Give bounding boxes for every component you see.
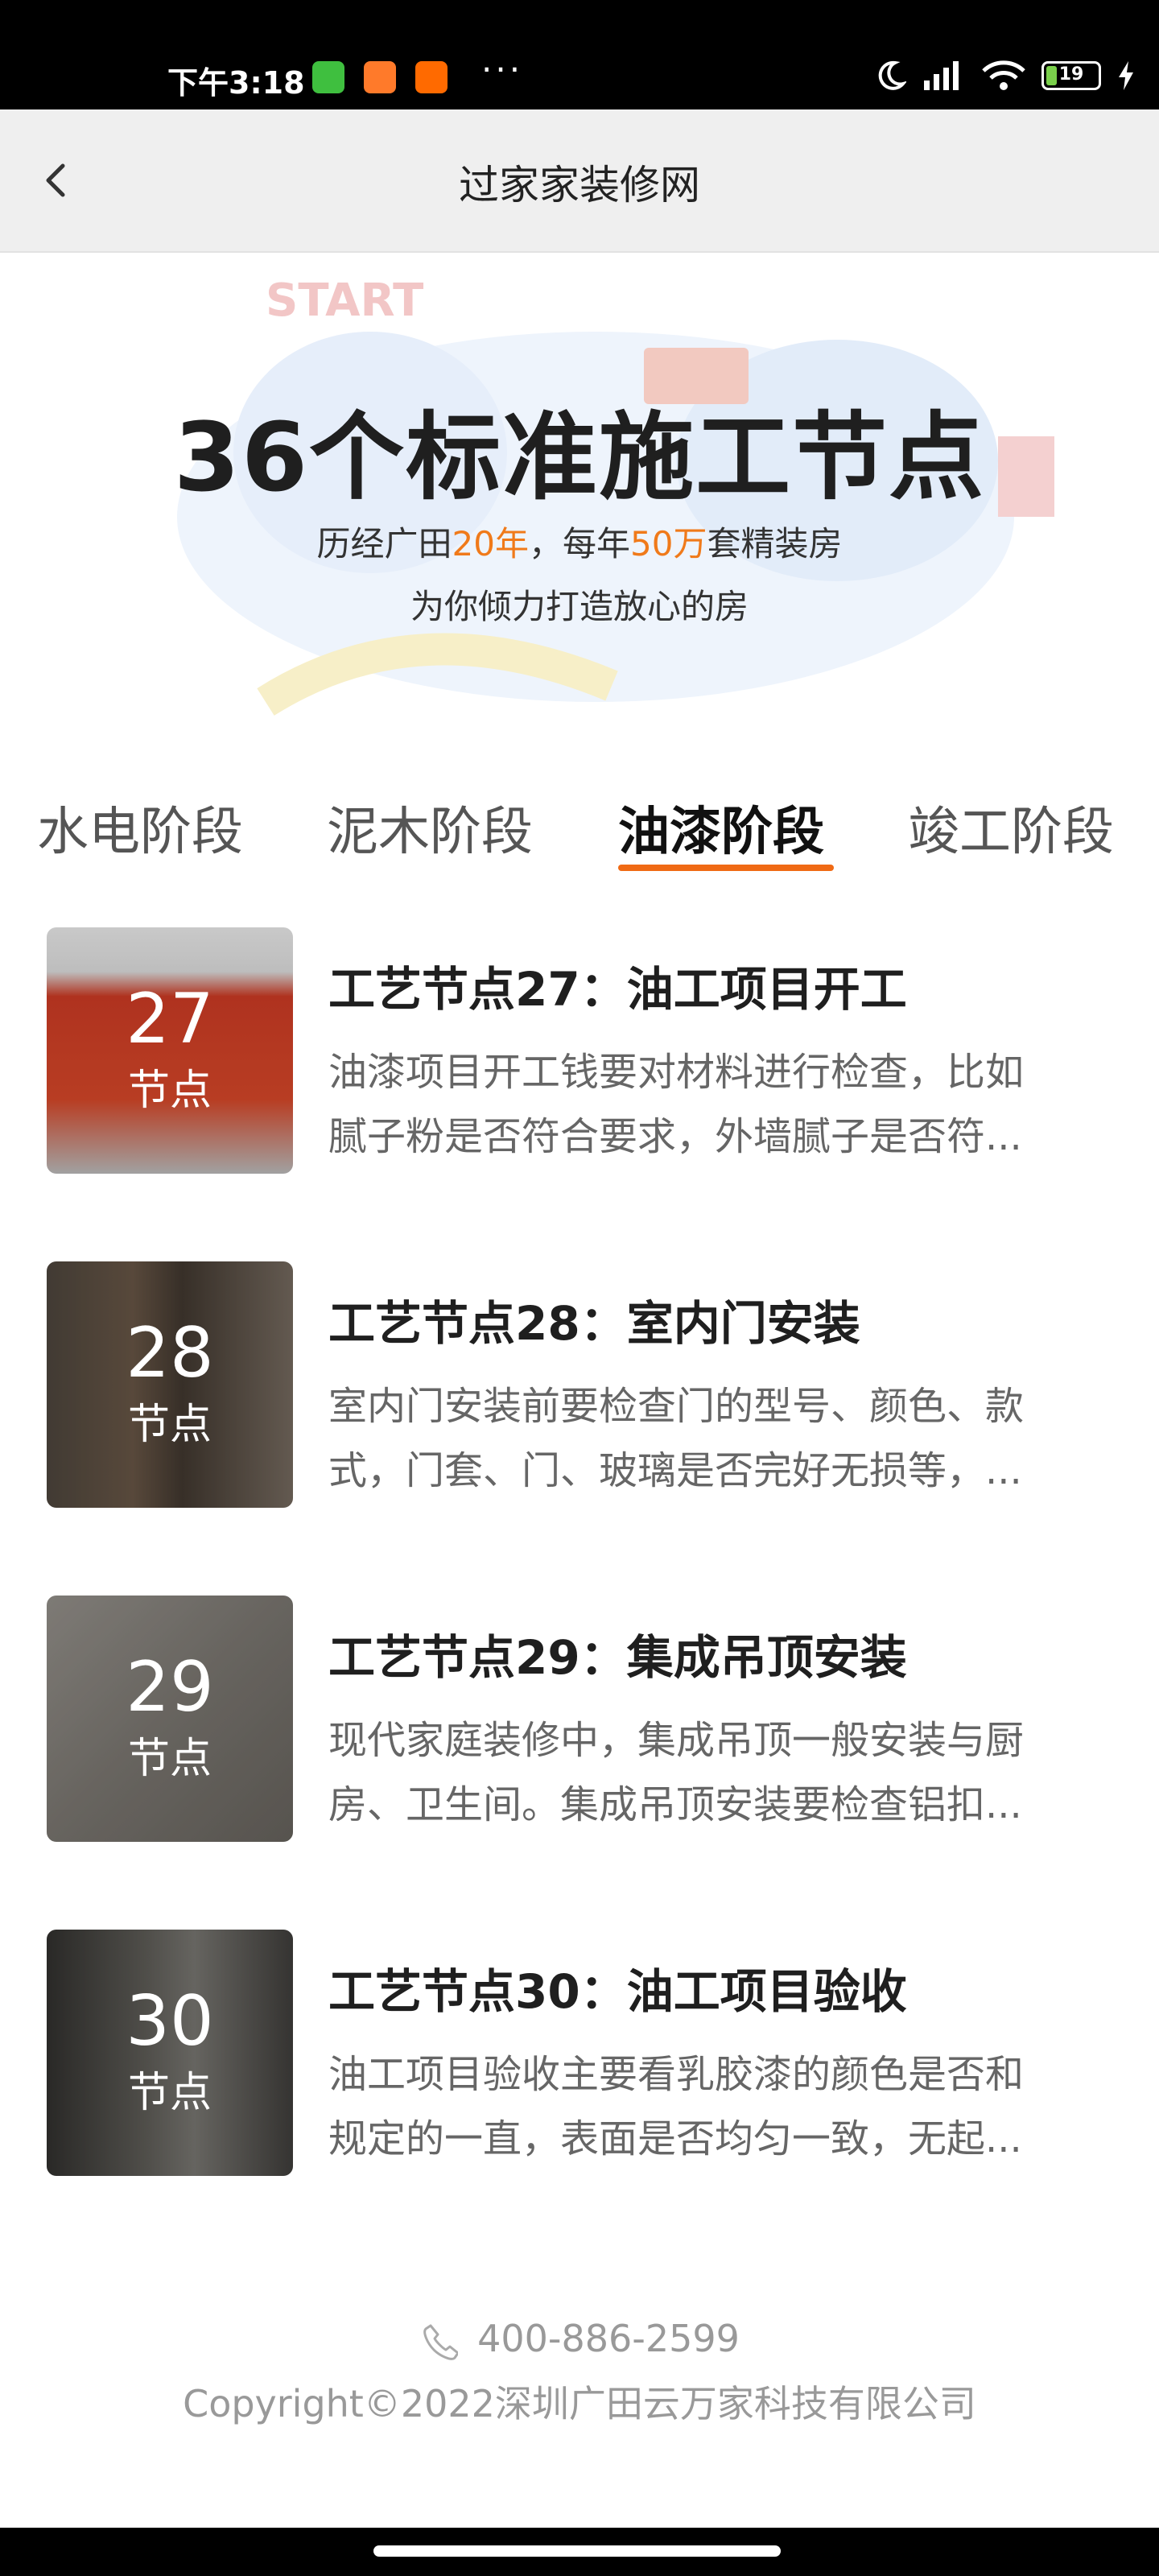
item-title: 工艺节点29：集成吊顶安装 xyxy=(328,1630,907,1685)
tab-completion[interactable]: 竣工阶段 xyxy=(908,791,1114,865)
battery-level: 19 xyxy=(1058,64,1084,85)
item-thumbnail: 30 节点 xyxy=(47,1930,293,2176)
item-node-number: 30 xyxy=(126,1981,214,2062)
active-tab-indicator xyxy=(618,865,834,871)
signal-icon xyxy=(924,61,959,90)
wifi-icon xyxy=(982,60,1025,90)
list-item[interactable]: 27 节点 工艺节点27：油工项目开工 油漆项目开工钱要对材料进行检查，比如 腻… xyxy=(47,927,1133,1174)
item-thumbnail: 29 节点 xyxy=(47,1596,293,1842)
charging-icon xyxy=(1119,61,1133,90)
item-node-label: 节点 xyxy=(127,1067,212,1115)
item-desc-line: 现代家庭装修中，集成吊顶一般安装与厨 xyxy=(328,1718,1025,1763)
tab-plumbing-electrical[interactable]: 水电阶段 xyxy=(37,791,243,865)
item-desc-line: 室内门安装前要检查门的型号、颜色、款 xyxy=(328,1384,1025,1429)
phone-number[interactable]: 400-886-2599 xyxy=(477,2317,740,2360)
app-notification-icon xyxy=(364,61,396,93)
item-desc-line: 房、卫生间。集成吊顶安装要检查铝扣... xyxy=(328,1782,1022,1827)
banner-sub-text: 历经广田 xyxy=(316,524,452,564)
page-title: 过家家装修网 xyxy=(459,162,700,208)
item-desc-line: 油工项目验收主要看乳胶漆的颜色是否和 xyxy=(328,2052,1025,2097)
moon-icon xyxy=(878,60,906,90)
copyright: Copyright©2022深圳广田云万家科技有限公司 xyxy=(183,2382,976,2425)
item-node-number: 28 xyxy=(126,1313,214,1393)
item-desc-line: 规定的一直，表面是否均匀一致，无起... xyxy=(328,2116,1022,2161)
item-title: 工艺节点27：油工项目开工 xyxy=(328,962,907,1017)
list-item[interactable]: 29 节点 工艺节点29：集成吊顶安装 现代家庭装修中，集成吊顶一般安装与厨 房… xyxy=(47,1596,1133,1842)
item-node-label: 节点 xyxy=(127,1735,212,1783)
battery-icon: 19 xyxy=(1041,61,1101,90)
item-node-label: 节点 xyxy=(127,2069,212,2117)
item-thumbnail: 27 节点 xyxy=(47,927,293,1174)
footer-phone[interactable]: 400-886-2599 xyxy=(0,2317,1159,2361)
banner-sub-text: ，每年 xyxy=(528,524,630,564)
home-indicator[interactable] xyxy=(373,2545,781,2557)
svg-text:START: START xyxy=(266,275,423,327)
status-bar: 下午3:18 ··· 19 xyxy=(0,0,1159,109)
item-node-number: 27 xyxy=(126,979,214,1059)
hero-banner: START 36个标准施工节点 历经广田20年，每年50万套精装房 为你倾力打造… xyxy=(0,251,1159,750)
item-node-number: 29 xyxy=(126,1647,214,1728)
banner-subtitle: 历经广田20年，每年50万套精装房 xyxy=(0,517,1159,566)
item-desc-line: 腻子粉是否符合要求，外墙腻子是否符... xyxy=(328,1114,1022,1159)
item-title: 工艺节点30：油工项目验收 xyxy=(328,1964,907,2019)
stage-tabs: 水电阶段 泥木阶段 油漆阶段 竣工阶段 xyxy=(0,773,1159,871)
item-desc-line: 式，门套、门、玻璃是否完好无损等，... xyxy=(328,1448,1022,1493)
item-thumbnail: 28 节点 xyxy=(47,1261,293,1508)
banner-title: 36个标准施工节点 xyxy=(173,402,986,513)
phone-icon xyxy=(423,2324,459,2360)
item-description: 油工项目验收主要看乳胶漆的颜色是否和 规定的一直，表面是否均匀一致，无起... xyxy=(328,2042,1133,2171)
item-description: 室内门安装前要检查门的型号、颜色、款 式，门套、门、玻璃是否完好无损等，... xyxy=(328,1374,1133,1503)
status-time: 下午3:18 xyxy=(167,65,305,101)
item-desc-line: 油漆项目开工钱要对材料进行检查，比如 xyxy=(328,1050,1025,1095)
item-description: 现代家庭装修中，集成吊顶一般安装与厨 房、卫生间。集成吊顶安装要检查铝扣... xyxy=(328,1708,1133,1837)
banner-years: 20年 xyxy=(452,524,529,564)
list-item[interactable]: 30 节点 工艺节点30：油工项目验收 油工项目验收主要看乳胶漆的颜色是否和 规… xyxy=(47,1930,1133,2176)
item-description: 油漆项目开工钱要对材料进行检查，比如 腻子粉是否符合要求，外墙腻子是否符... xyxy=(328,1040,1133,1169)
list-item[interactable]: 28 节点 工艺节点28：室内门安装 室内门安装前要检查门的型号、颜色、款 式，… xyxy=(47,1261,1133,1508)
status-icons: 19 xyxy=(874,60,1136,92)
item-node-label: 节点 xyxy=(127,1401,212,1449)
nav-bar: 过家家装修网 xyxy=(0,109,1159,253)
app-notification-icon xyxy=(312,61,344,93)
banner-tagline: 为你倾力打造放心的房 xyxy=(410,587,749,626)
tab-masonry-carpentry[interactable]: 泥木阶段 xyxy=(327,791,533,865)
banner-sub-text: 套精装房 xyxy=(707,524,843,564)
banner-count: 50万 xyxy=(630,524,707,564)
home-app-icon xyxy=(415,61,448,93)
tab-painting[interactable]: 油漆阶段 xyxy=(618,791,824,865)
more-notifications-icon: ··· xyxy=(481,50,524,89)
item-title: 工艺节点28：室内门安装 xyxy=(328,1296,860,1351)
